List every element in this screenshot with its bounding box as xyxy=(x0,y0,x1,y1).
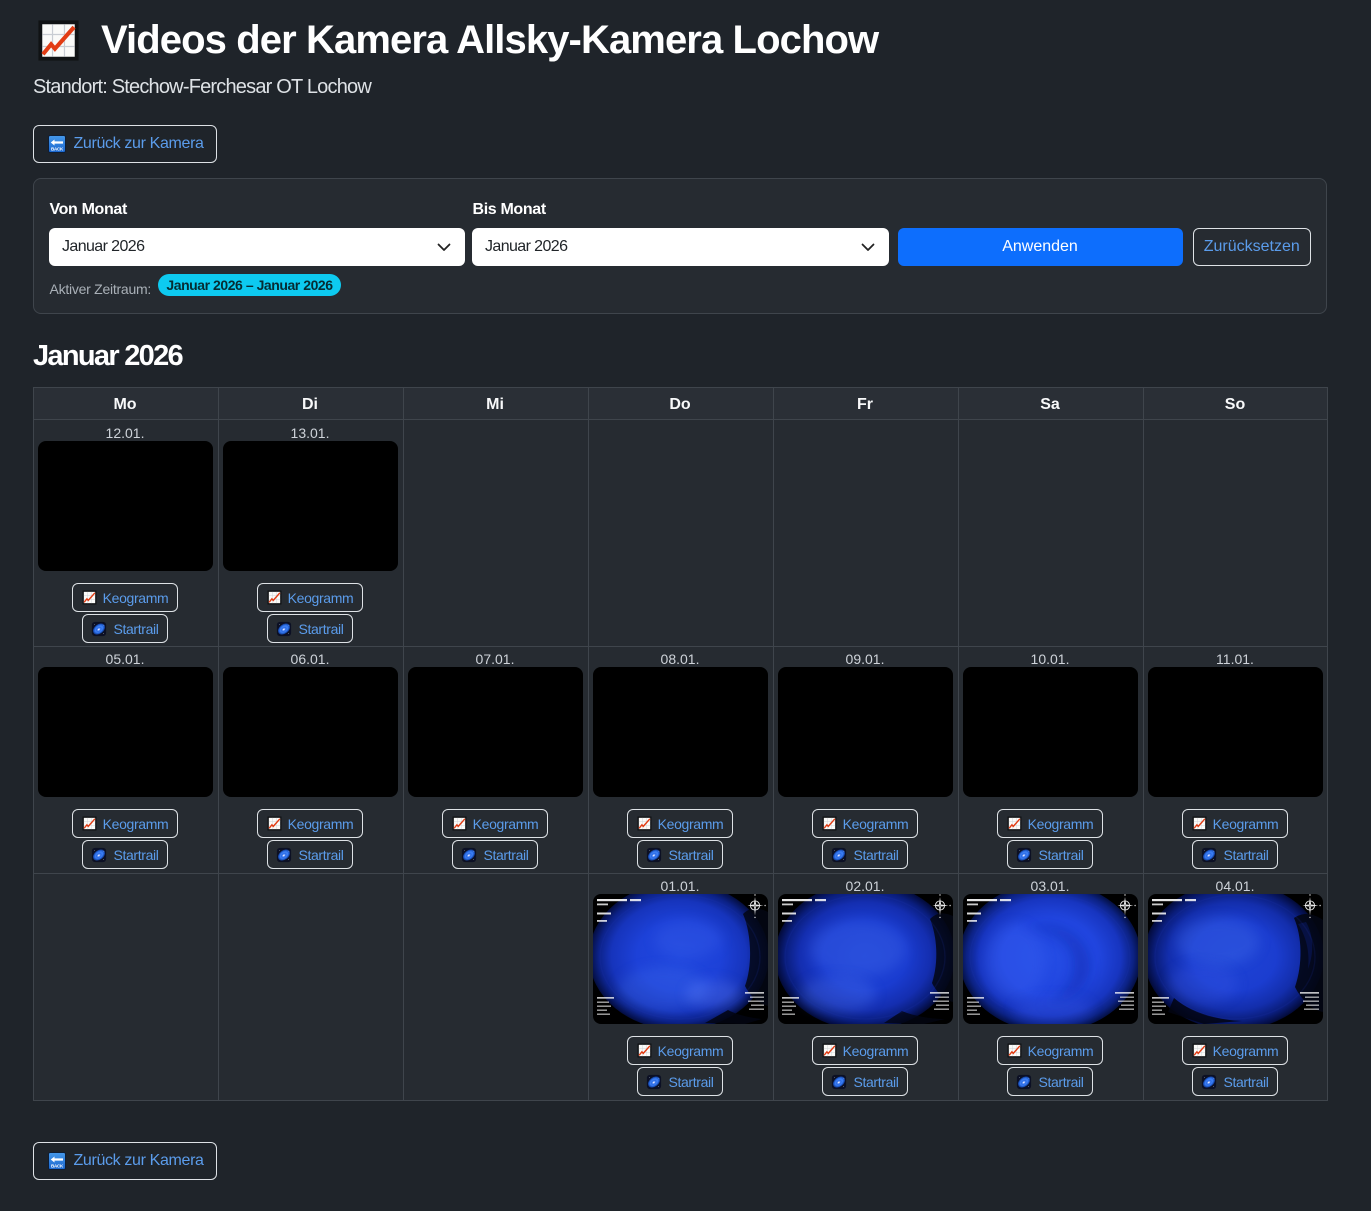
svg-text:BACK: BACK xyxy=(51,146,64,151)
svg-text:BACK: BACK xyxy=(51,1163,64,1168)
